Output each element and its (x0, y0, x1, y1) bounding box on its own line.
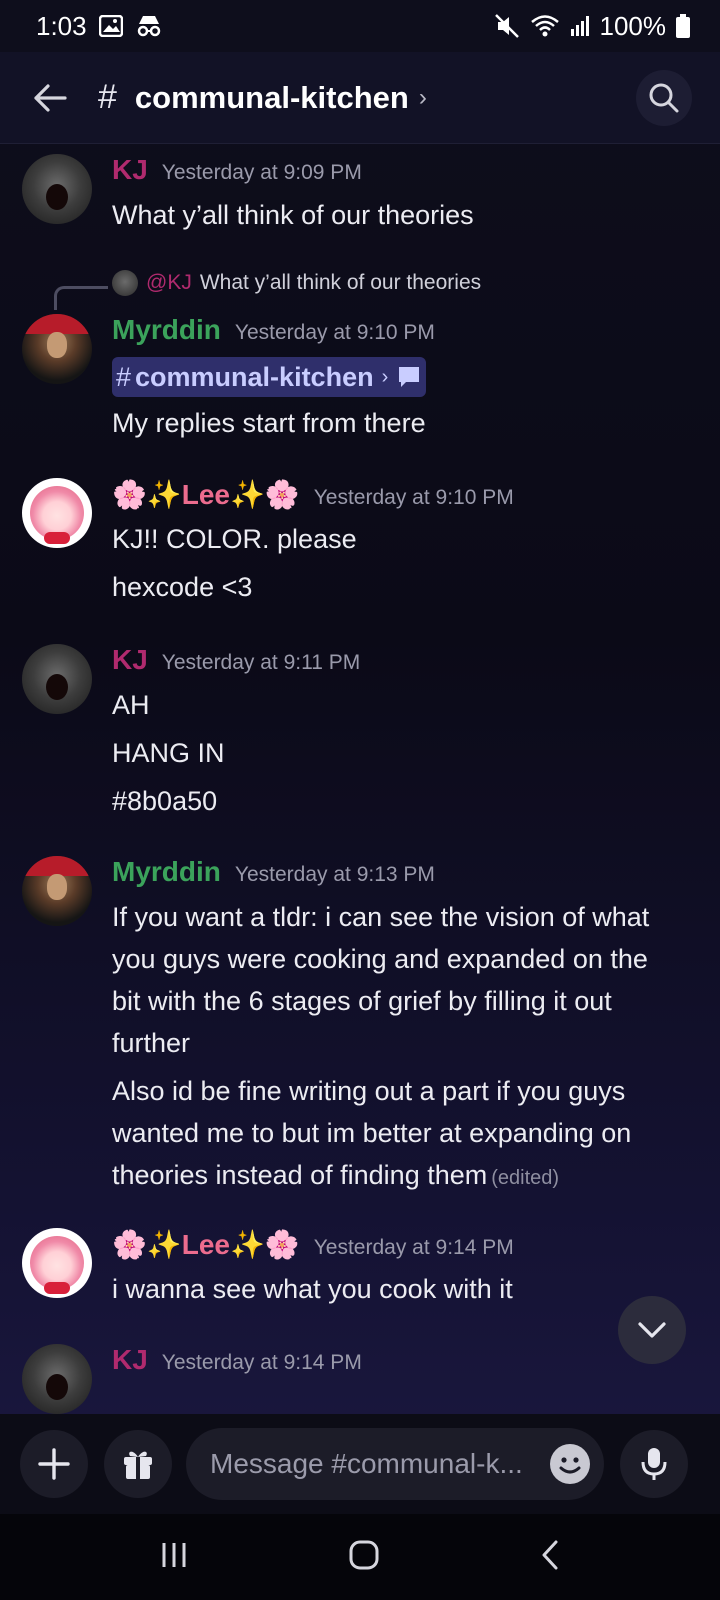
channel-mention-link[interactable]: # communal-kitchen › (112, 357, 427, 397)
chevron-right-icon: › (381, 365, 389, 388)
reply-avatar (112, 270, 138, 296)
message-text: #8b0a50 (112, 786, 218, 816)
emoji-button[interactable] (550, 1444, 590, 1484)
author-name-text: Lee (181, 479, 230, 510)
gift-button[interactable] (104, 1430, 172, 1498)
reply-connector (54, 286, 108, 310)
author-emoji-suffix: ✨🌸 (229, 479, 300, 510)
author-name[interactable]: Myrddin (112, 856, 221, 888)
status-time: 1:03 (36, 10, 87, 41)
message-text: Also id be fine writing out a part if yo… (112, 1076, 626, 1106)
reply-preview[interactable]: @KJ What y’all think of our theories (112, 270, 481, 296)
search-button[interactable] (636, 69, 692, 126)
timestamp: Yesterday at 9:14 PM (161, 1351, 362, 1374)
author-name-text: Lee (181, 1229, 230, 1260)
message-list[interactable]: KJ Yesterday at 9:09 PM What y’all think… (0, 144, 720, 1414)
avatar[interactable] (22, 1228, 92, 1298)
battery-icon (676, 14, 690, 38)
speech-bubble-icon (399, 367, 420, 387)
channel-mention-name: communal-kitchen (135, 361, 374, 392)
voice-message-button[interactable] (620, 1430, 688, 1498)
timestamp: Yesterday at 9:09 PM (161, 161, 362, 184)
message-text: HANG IN (112, 738, 225, 768)
author-name[interactable]: KJ (112, 1344, 148, 1376)
back-arrow-icon (34, 83, 67, 112)
channel-title[interactable]: communal-kitchen (135, 80, 409, 116)
system-nav-bar (0, 1514, 720, 1600)
status-bar: 1:03 100% (0, 0, 720, 52)
chevron-down-icon (638, 1322, 666, 1338)
message-text: hexcode <3 (112, 572, 253, 602)
avatar[interactable] (22, 856, 92, 926)
channel-mention-hash: # (116, 361, 132, 392)
message-text: wanted me to but im better at expanding … (112, 1118, 632, 1148)
chevron-right-icon[interactable]: › (419, 84, 427, 112)
message-text: What y’all think of our theories (112, 200, 474, 230)
message-text: If you want a tldr: i can see the vision… (112, 902, 650, 932)
message-text: theories instead of finding them (edited) (112, 1154, 702, 1199)
system-back-button[interactable] (539, 1539, 561, 1576)
home-icon (349, 1540, 379, 1569)
avatar[interactable] (22, 478, 92, 548)
avatar[interactable] (22, 1344, 92, 1414)
author-name[interactable]: KJ (112, 154, 148, 186)
recent-apps-button[interactable] (159, 1540, 189, 1575)
timestamp: Yesterday at 9:10 PM (313, 486, 514, 509)
battery-percent: 100% (599, 10, 667, 41)
incognito-icon (135, 14, 163, 38)
timestamp: Yesterday at 9:14 PM (313, 1236, 514, 1259)
author-emoji-prefix: 🌸✨ (112, 479, 182, 510)
author-name[interactable]: 🌸✨Lee✨🌸 (112, 478, 300, 511)
message-text-segment: theories instead of finding them (112, 1160, 488, 1190)
message-text: My replies start from there (112, 408, 426, 438)
timestamp: Yesterday at 9:10 PM (234, 321, 435, 344)
avatar[interactable] (22, 314, 92, 384)
attach-button[interactable] (20, 1430, 88, 1498)
reply-text: What y’all think of our theories (199, 271, 482, 294)
recent-apps-icon (162, 1542, 186, 1567)
author-name[interactable]: Myrddin (112, 314, 221, 346)
system-back-icon (542, 1540, 558, 1569)
signal-icon (570, 15, 590, 37)
message-composer: Message #communal-k... (0, 1414, 720, 1514)
channel-hash-icon: # (98, 78, 117, 116)
timestamp: Yesterday at 9:11 PM (161, 651, 361, 674)
gallery-icon (98, 15, 123, 37)
plus-icon (38, 1448, 70, 1480)
message-text: you guys were cooking and expanded on th… (112, 944, 648, 974)
channel-header: # communal-kitchen › (0, 52, 720, 144)
reply-mention: @KJ (146, 271, 192, 294)
search-icon (649, 83, 679, 112)
author-emoji-suffix: ✨🌸 (229, 1229, 300, 1260)
message-input[interactable]: Message #communal-k... (186, 1428, 604, 1500)
jump-to-bottom-button[interactable] (618, 1296, 686, 1364)
home-button[interactable] (348, 1539, 380, 1576)
message-text: i wanna see what you cook with it (112, 1274, 513, 1304)
gift-icon (124, 1451, 152, 1479)
author-name[interactable]: KJ (112, 644, 148, 676)
avatar[interactable] (22, 644, 92, 714)
message-text: further (112, 1028, 191, 1058)
timestamp: Yesterday at 9:13 PM (234, 863, 435, 886)
author-name[interactable]: 🌸✨Lee✨🌸 (112, 1228, 300, 1261)
avatar[interactable] (22, 154, 92, 224)
message-text: KJ!! COLOR. please (112, 524, 357, 554)
message-text: AH (112, 690, 150, 720)
mic-icon (641, 1448, 667, 1480)
emoji-icon (559, 1457, 581, 1474)
back-button[interactable] (28, 76, 72, 120)
mute-icon (494, 13, 520, 39)
wifi-icon (530, 14, 560, 38)
message-input-placeholder: Message #communal-k... (210, 1448, 523, 1479)
author-emoji-prefix: 🌸✨ (112, 1229, 182, 1260)
edited-label: (edited) (491, 1167, 560, 1189)
message-text: bit with the 6 stages of grief by fillin… (112, 986, 612, 1016)
